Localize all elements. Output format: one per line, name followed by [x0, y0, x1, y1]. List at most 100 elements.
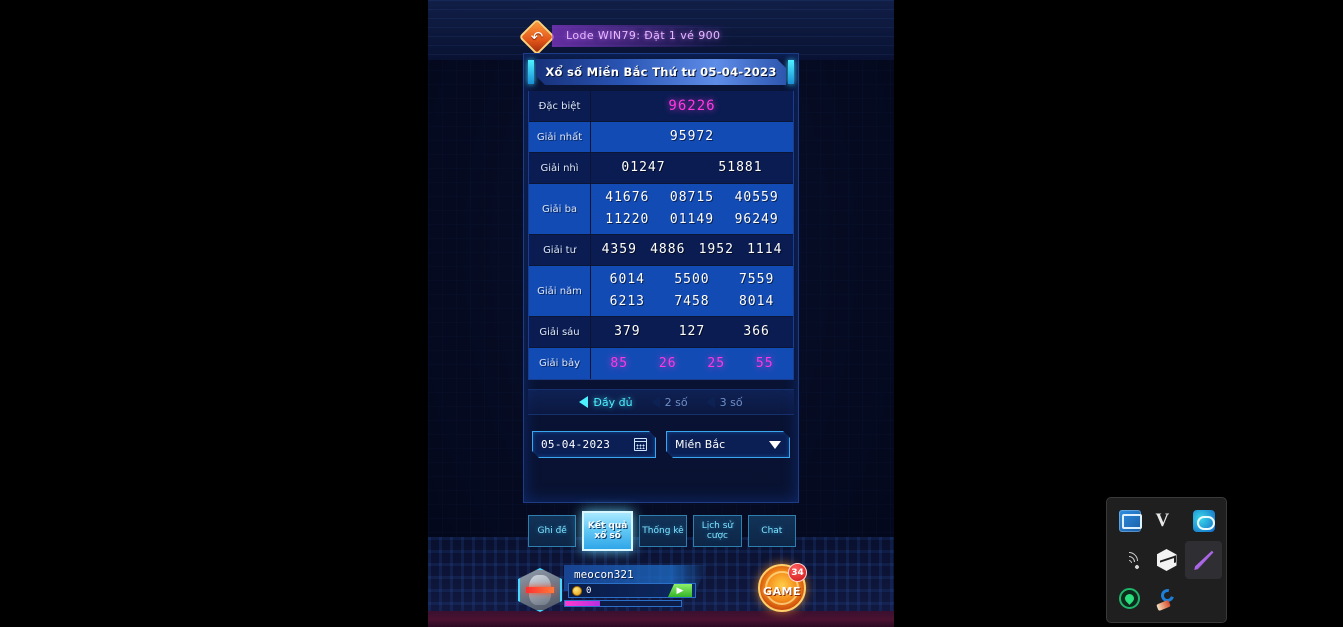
- prize-number: 01247: [621, 160, 666, 175]
- globe-icon: [1119, 588, 1140, 610]
- prize-values: 4359 4886 1952 1114: [591, 235, 793, 265]
- digit-filter-option[interactable]: Đầy đủ: [579, 396, 633, 409]
- back-arrow-glyph: ↶: [530, 27, 544, 45]
- digit-filter-row: Đầy đủ 2 số 3 số: [528, 389, 794, 415]
- date-picker[interactable]: 05-04-2023: [532, 431, 656, 458]
- prize-row: Đặc biệt 96226: [529, 91, 793, 122]
- teams-icon: [1192, 510, 1215, 533]
- add-coin-icon[interactable]: ▶: [668, 584, 692, 597]
- wifi-icon: [1115, 548, 1142, 574]
- avatar-visor: [526, 587, 554, 593]
- digit-filter-label: 2 số: [664, 395, 688, 409]
- prize-number: 6014: [609, 272, 645, 287]
- game-badge-count: 34: [788, 563, 807, 582]
- nav-button[interactable]: Ghi đề: [528, 515, 577, 547]
- tray-cell[interactable]: [1185, 502, 1222, 541]
- prize-label: Giải ba: [529, 184, 591, 234]
- tray-cell[interactable]: [1111, 579, 1148, 618]
- prize-number: 11220: [605, 212, 650, 227]
- prize-values: 6014 5500 7559 6213 7458 8014: [591, 266, 793, 316]
- digit-filter-option[interactable]: 3 số: [705, 395, 743, 409]
- avatar[interactable]: [518, 568, 562, 612]
- prize-number: 51881: [718, 160, 763, 175]
- prize-number: 1114: [747, 242, 783, 257]
- prize-number: 7559: [738, 272, 775, 287]
- tray-cell[interactable]: [1111, 502, 1148, 541]
- coin-balance-row[interactable]: 0 ▶: [568, 583, 696, 598]
- nav-button[interactable]: Kết quả xổ số: [582, 511, 633, 551]
- prize-number: 40559: [734, 190, 779, 205]
- prize-label: Đặc biệt: [529, 91, 591, 121]
- prize-row: Giải tư 4359 4886 1952 1114: [529, 235, 793, 266]
- prize-row: Giải nhì 01247 51881: [529, 153, 793, 184]
- triangle-left-icon: [705, 396, 715, 408]
- digit-filter-label: 3 số: [719, 395, 743, 409]
- prize-values: 96226: [591, 91, 793, 121]
- prize-values: 95972: [591, 122, 793, 152]
- player-bar: meocon321 0 ▶: [518, 565, 708, 615]
- xp-bar: [564, 600, 682, 607]
- prize-row: Giải bảy 85 26 25 55: [529, 348, 793, 379]
- bottom-nav: Ghi đề Kết quả xổ số Thống kê Lịch sử cược C…: [528, 510, 797, 552]
- nav-button[interactable]: Lịch sử cược: [693, 515, 742, 547]
- desktop-background: ↶ Lode WIN79: Đặt 1 vé 900 Xổ số Miền Bắ…: [0, 0, 1343, 627]
- calendar-icon: [634, 438, 647, 451]
- prize-number: 6213: [609, 294, 645, 309]
- region-select[interactable]: Miền Bắc: [666, 431, 790, 458]
- network-icon: [1118, 510, 1142, 533]
- coin-amount: 0: [586, 585, 592, 596]
- tray-cell[interactable]: [1111, 541, 1148, 580]
- prize-number: 08715: [669, 190, 715, 205]
- prize-number: 1952: [698, 242, 734, 257]
- filter-controls: 05-04-2023 Miền Bắc: [532, 431, 790, 458]
- prize-label: Giải sáu: [529, 317, 591, 347]
- chevron-down-icon: [769, 441, 781, 449]
- prize-row: Giải sáu 379 127 366: [529, 317, 793, 348]
- breadcrumb: Lode WIN79: Đặt 1 vé 900: [552, 25, 733, 47]
- prize-number: 01149: [669, 212, 715, 227]
- panel-title-wrap: Xổ số Miền Bắc Thứ tư 05-04-2023: [528, 59, 794, 85]
- title-cap-right: [788, 60, 794, 84]
- prize-number: 55: [755, 355, 774, 371]
- nav-button[interactable]: Chat: [747, 515, 797, 547]
- prize-number: 95972: [669, 129, 715, 144]
- game-badge-label: GAME: [762, 585, 801, 598]
- vmware-icon: V: [1155, 510, 1170, 532]
- prize-number: 5500: [674, 272, 710, 287]
- game-window: ↶ Lode WIN79: Đặt 1 vé 900 Xổ số Miền Bắ…: [428, 0, 894, 627]
- prize-row: Giải ba 41676 08715 40559 11220 01149 96249: [529, 184, 793, 235]
- prize-label: Giải nhì: [529, 153, 591, 183]
- nav-button[interactable]: Thống kê: [638, 515, 688, 547]
- prize-table: Đặc biệt 96226 Giải nhất 95972 Giải nhì 01247…: [528, 91, 794, 380]
- tray-cell[interactable]: [1148, 541, 1185, 580]
- feather-icon: [1194, 550, 1214, 570]
- prize-number: 96249: [734, 212, 779, 227]
- prize-number: 7458: [674, 294, 710, 309]
- prize-number: 85: [610, 355, 629, 371]
- prize-number: 127: [678, 324, 706, 339]
- tray-cell[interactable]: V: [1148, 502, 1185, 541]
- title-cap-left: [528, 60, 534, 84]
- prize-label: Giải năm: [529, 266, 591, 316]
- prize-values: 85 26 25 55: [591, 348, 793, 379]
- player-name: meocon321: [574, 568, 634, 581]
- prize-label: Giải tư: [529, 235, 591, 265]
- date-value: 05-04-2023: [541, 438, 611, 451]
- prize-number: 379: [614, 324, 641, 339]
- tray-cell[interactable]: [1185, 540, 1222, 580]
- page-title: Xổ số Miền Bắc Thứ tư 05-04-2023: [536, 59, 786, 85]
- prize-number: 25: [707, 355, 726, 371]
- prize-values: 41676 08715 40559 11220 01149 96249: [591, 184, 793, 234]
- tray-cell[interactable]: [1148, 579, 1185, 618]
- region-value: Miền Bắc: [675, 438, 726, 451]
- prize-number: 4359: [601, 242, 637, 257]
- triangle-left-icon: [650, 396, 660, 408]
- prize-number: 4886: [650, 242, 686, 257]
- digit-filter-option[interactable]: 2 số: [650, 395, 688, 409]
- prize-number: 96226: [668, 98, 716, 114]
- system-tray-overflow-panel: V: [1106, 497, 1227, 623]
- top-breadcrumb-bar: ↶ Lode WIN79: Đặt 1 vé 900: [428, 18, 894, 55]
- prize-number: 8014: [738, 294, 775, 309]
- prize-label: Giải bảy: [529, 348, 591, 379]
- game-badge-button[interactable]: GAME 34: [758, 563, 807, 612]
